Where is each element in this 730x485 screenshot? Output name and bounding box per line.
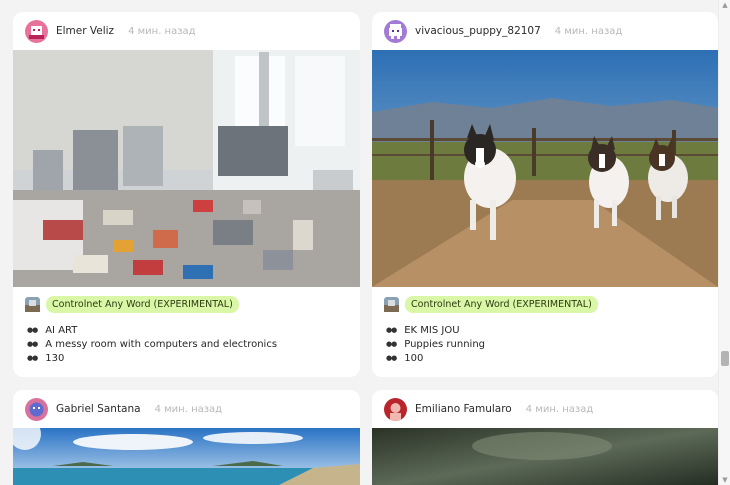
bullet-icon: ●● <box>386 354 397 362</box>
feed-card[interactable]: Emiliano Famularo 4 мин. назад <box>372 390 718 485</box>
param-prompt: A messy room with computers and electron… <box>45 338 278 350</box>
model-thumbnail-icon <box>384 297 399 312</box>
triangle-down-icon[interactable]: ▼ <box>721 476 729 484</box>
scrollbar-thumb[interactable] <box>721 351 729 366</box>
generated-image-messy-room[interactable] <box>13 50 360 287</box>
author-name[interactable]: Gabriel Santana <box>56 403 141 415</box>
param-prompt: Puppies running <box>404 338 486 350</box>
user-avatar[interactable] <box>384 19 407 43</box>
param-item: ●● Puppies running <box>386 337 706 351</box>
model-tag-row: Controlnet Any Word (EXPERIMENTAL) <box>372 287 718 319</box>
bullet-icon: ●● <box>27 354 38 362</box>
generated-image-dark-scene[interactable] <box>372 428 718 485</box>
author-name[interactable]: Elmer Veliz <box>56 25 114 37</box>
post-time: 4 мин. назад <box>554 25 623 37</box>
feed-card[interactable]: Gabriel Santana 4 мин. назад <box>13 390 360 485</box>
post-time: 4 мин. назад <box>525 403 594 415</box>
feed-card[interactable]: Elmer Veliz 4 мин. назад Controlnet Any … <box>13 12 360 377</box>
feed-card[interactable]: vivacious_puppy_82107 4 мин. назад Contr… <box>372 12 718 377</box>
model-tag-row: Controlnet Any Word (EXPERIMENTAL) <box>13 287 360 319</box>
generated-image-puppies[interactable] <box>372 50 718 287</box>
param-text: AI ART <box>45 324 78 336</box>
param-item: ●● AI ART <box>27 323 348 337</box>
card-header: Gabriel Santana 4 мин. назад <box>13 390 360 428</box>
generation-params: ●● AI ART ●● A messy room with computers a… <box>13 319 360 365</box>
param-item: ●● 130 <box>27 351 348 365</box>
bullet-icon: ●● <box>27 340 38 348</box>
model-tag[interactable]: Controlnet Any Word (EXPERIMENTAL) <box>46 296 239 313</box>
model-tag[interactable]: Controlnet Any Word (EXPERIMENTAL) <box>405 296 598 313</box>
bullet-icon: ●● <box>27 326 38 334</box>
generated-image-beach[interactable] <box>13 428 360 485</box>
param-item: ●● EK MIS JOU <box>386 323 706 337</box>
param-item: ●● 100 <box>386 351 706 365</box>
user-avatar[interactable] <box>25 397 48 421</box>
model-thumbnail-icon <box>25 297 40 312</box>
bullet-icon: ●● <box>386 340 397 348</box>
post-time: 4 мин. назад <box>154 403 223 415</box>
image-feed: Elmer Veliz 4 мин. назад Controlnet Any … <box>0 0 718 485</box>
card-header: vivacious_puppy_82107 4 мин. назад <box>372 12 718 50</box>
generation-params: ●● EK MIS JOU ●● Puppies running ●● 100 <box>372 319 718 365</box>
param-text: EK MIS JOU <box>404 324 460 336</box>
user-avatar[interactable] <box>25 19 48 43</box>
bullet-icon: ●● <box>386 326 397 334</box>
user-avatar[interactable] <box>384 397 407 421</box>
param-value: 130 <box>45 352 65 364</box>
author-name[interactable]: vivacious_puppy_82107 <box>415 25 541 37</box>
card-header: Emiliano Famularo 4 мин. назад <box>372 390 718 428</box>
triangle-up-icon[interactable]: ▲ <box>721 1 729 9</box>
param-value: 100 <box>404 352 424 364</box>
card-header: Elmer Veliz 4 мин. назад <box>13 12 360 50</box>
author-name[interactable]: Emiliano Famularo <box>415 403 512 415</box>
vertical-scrollbar[interactable]: ▲ ▼ <box>718 0 730 485</box>
post-time: 4 мин. назад <box>128 25 196 37</box>
param-item: ●● A messy room with computers and electr… <box>27 337 348 351</box>
